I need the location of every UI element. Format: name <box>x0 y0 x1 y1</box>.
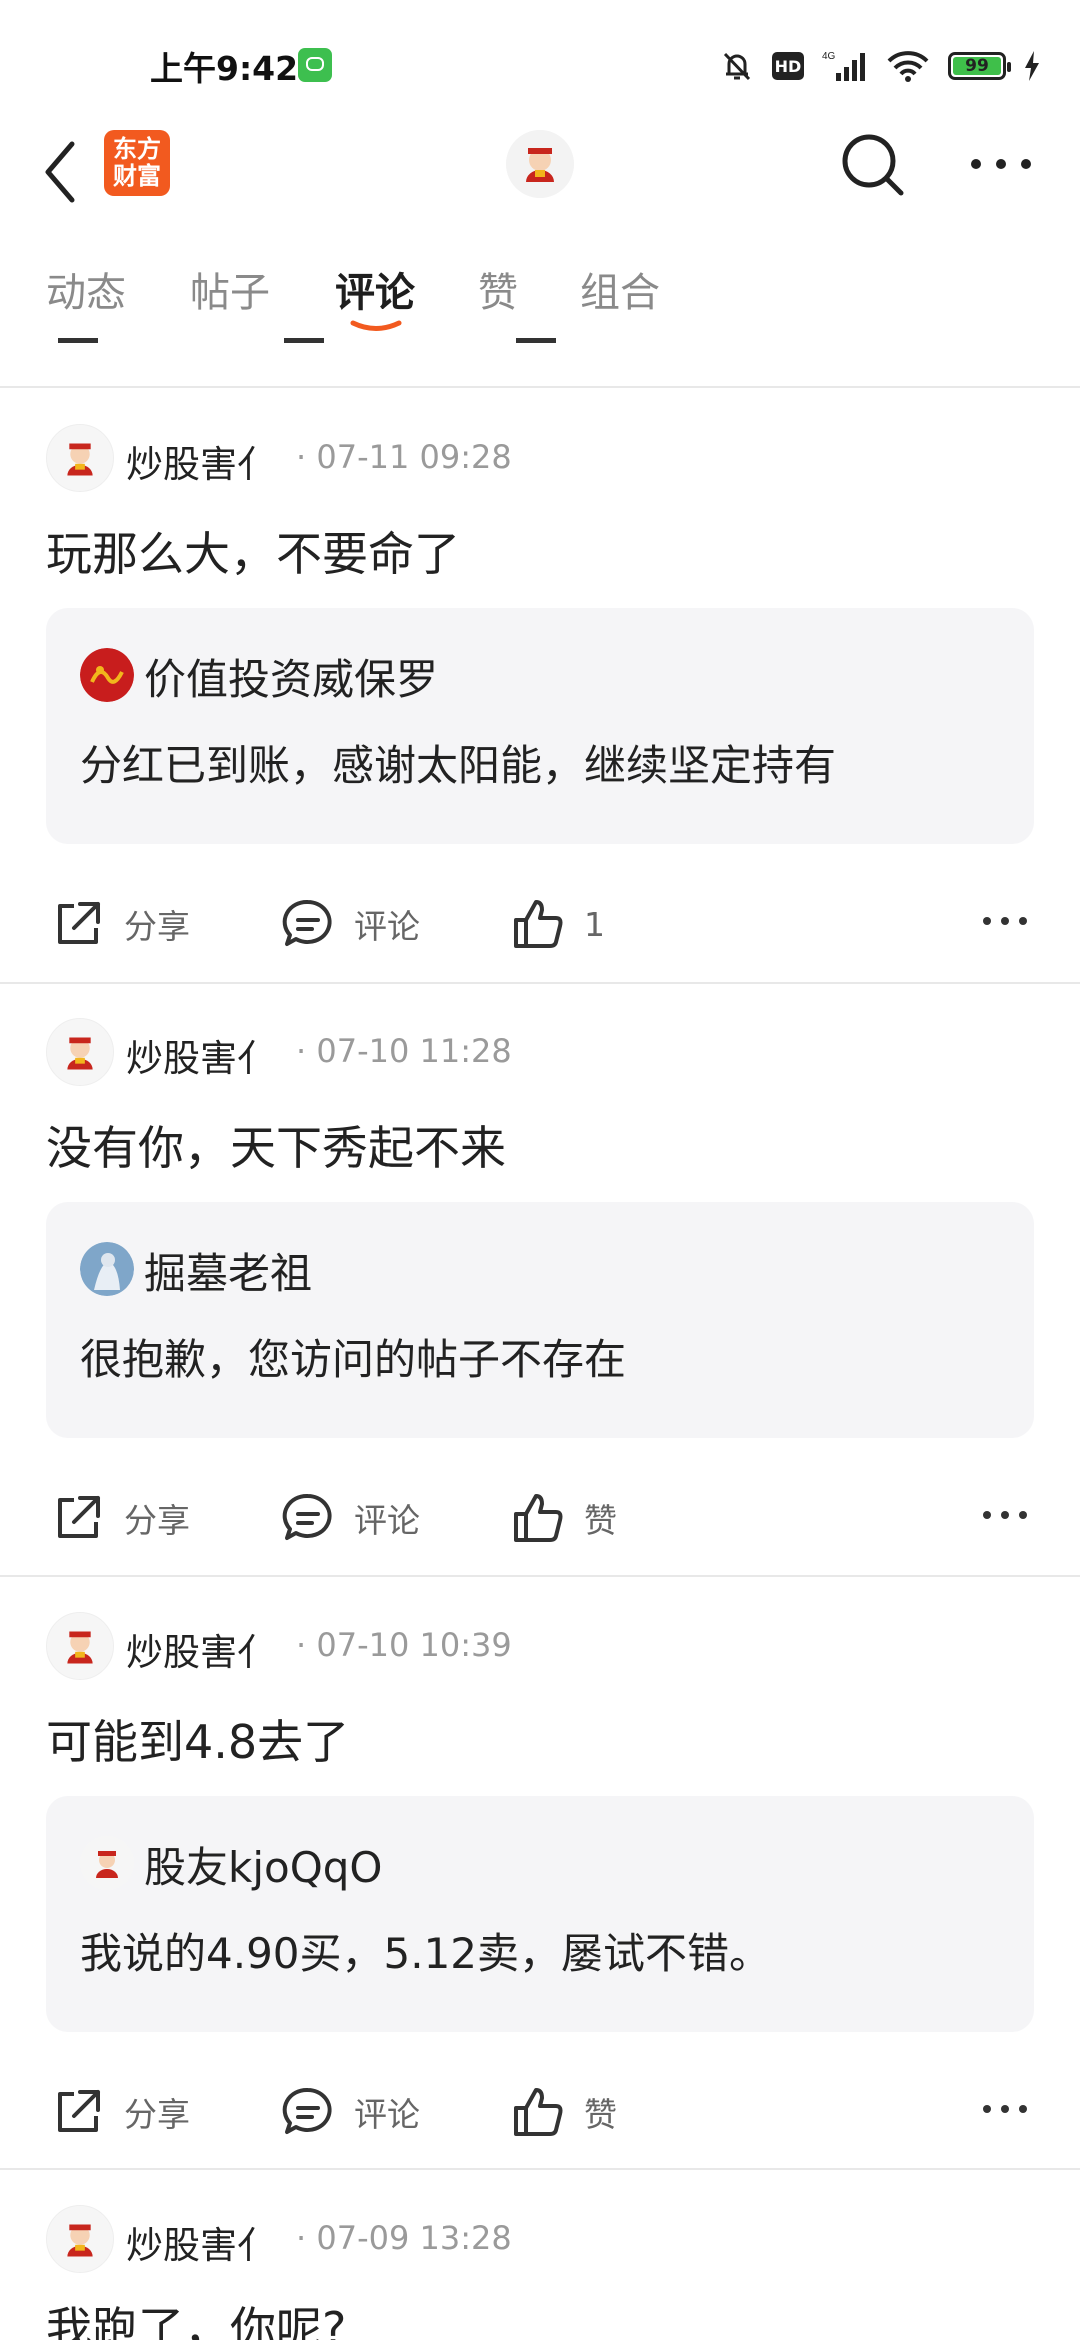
share-button[interactable]: 分享 <box>50 1488 190 1548</box>
share-label: 分享 <box>124 1501 190 1540</box>
quoted-post[interactable]: 股友kjoQqO 我说的4.90买，5.12卖，屡试不错。 <box>46 1796 1034 2032</box>
avatar[interactable] <box>46 424 114 492</box>
scrolled-content-edge <box>0 330 1080 358</box>
post-time: · 07-09 13:28 <box>296 2219 512 2257</box>
svg-text:4G: 4G <box>822 51 836 62</box>
divider <box>0 386 1080 388</box>
thumbs-up-icon <box>514 900 563 948</box>
like-label: 赞 <box>584 1501 617 1540</box>
tab-dynamics[interactable]: 动态 <box>46 260 126 318</box>
action-bar: 分享 评论 1 <box>0 884 1080 964</box>
quoted-author-avatar <box>80 1836 134 1890</box>
quoted-text: 很抱歉，您访问的帖子不存在 <box>80 1335 627 1384</box>
quoted-post[interactable]: 价值投资威保罗 分红已到账，感谢太阳能，继续坚定持有 <box>46 608 1034 844</box>
top-nav: 东方 财富 <box>0 120 1080 230</box>
comment-label: 评论 <box>354 907 420 946</box>
mute-bell-icon <box>723 52 751 81</box>
profile-tabs: 动态 帖子 评论 赞 组合 <box>0 240 1080 340</box>
quoted-text: 我说的4.90买，5.12卖，屡试不错。 <box>80 1929 772 1978</box>
action-bar: 分享 评论 赞 <box>0 2072 1080 2152</box>
tab-comments[interactable]: 评论 <box>335 260 415 318</box>
like-button[interactable]: 赞 <box>510 1488 617 1548</box>
tab-posts[interactable]: 帖子 <box>190 260 270 318</box>
tab-likes[interactable]: 赞 <box>478 260 518 318</box>
post-time: · 07-10 11:28 <box>296 1032 512 1070</box>
comment-button[interactable]: 评论 <box>280 2082 420 2142</box>
divider <box>0 982 1080 984</box>
avatar[interactable] <box>46 1612 114 1680</box>
hd-badge: HD <box>772 52 804 80</box>
share-icon <box>58 1496 100 1538</box>
more-icon[interactable] <box>982 914 1028 928</box>
thumbs-up-icon <box>514 1494 563 1542</box>
like-button[interactable]: 赞 <box>510 2082 617 2142</box>
comment-icon <box>282 2087 332 2134</box>
profile-avatar[interactable] <box>506 130 574 198</box>
author-name[interactable]: 炒股害亻 <box>126 2215 268 2269</box>
battery-icon: 99 <box>948 52 1011 80</box>
quoted-post[interactable]: 掘墓老祖 很抱歉，您访问的帖子不存在 <box>46 1202 1034 1438</box>
more-icon[interactable] <box>982 2102 1028 2116</box>
comment-text[interactable]: 没有你，天下秀起不来 <box>46 1112 506 1178</box>
status-bar: 上午9:42 HD 4G 99 <box>0 0 1080 120</box>
like-label: 赞 <box>584 2095 617 2134</box>
comment-text[interactable]: 玩那么大，不要命了 <box>46 518 460 584</box>
divider <box>0 2168 1080 2170</box>
author-name[interactable]: 炒股害亻 <box>126 1028 268 1082</box>
comment-label: 评论 <box>354 2095 420 2134</box>
divider <box>0 1575 1080 1577</box>
logo-line-2: 财富 <box>113 162 161 190</box>
more-icon[interactable] <box>982 1508 1028 1522</box>
avatar[interactable] <box>46 1018 114 1086</box>
status-time: 上午9:42 <box>150 49 299 88</box>
back-arrow-icon[interactable] <box>40 136 80 208</box>
author-name[interactable]: 炒股害亻 <box>126 1622 268 1676</box>
avatar[interactable] <box>46 2205 114 2273</box>
logo-line-1: 东方 <box>113 135 161 163</box>
comment-item: 炒股害亻 · 07-10 11:28 没有你，天下秀起不来 掘墓老祖 很抱歉，您… <box>0 1018 1080 1578</box>
battery-level: 99 <box>953 56 1001 76</box>
comment-button[interactable]: 评论 <box>280 1488 420 1548</box>
app-notification-icon <box>298 48 332 82</box>
like-count: 1 <box>584 904 605 944</box>
post-time: · 07-11 09:28 <box>296 438 512 476</box>
author-name[interactable]: 炒股害亻 <box>126 434 268 488</box>
quoted-text: 分红已到账，感谢太阳能，继续坚定持有 <box>80 741 837 790</box>
search-icon[interactable] <box>838 130 908 200</box>
quoted-author-avatar <box>80 648 134 702</box>
charging-icon <box>1025 51 1039 81</box>
comment-text[interactable]: 可能到4.8去了 <box>46 1706 349 1772</box>
wifi-icon <box>887 51 929 82</box>
post-time: · 07-10 10:39 <box>296 1626 512 1664</box>
signal-icon: 4G <box>822 51 865 81</box>
quoted-author-name[interactable]: 价值投资威保罗 <box>144 646 438 707</box>
share-button[interactable]: 分享 <box>50 2082 190 2142</box>
comment-icon <box>282 899 332 946</box>
comment-button[interactable]: 评论 <box>280 894 420 954</box>
quoted-author-name[interactable]: 掘墓老祖 <box>144 1240 312 1301</box>
comment-label: 评论 <box>354 1501 420 1540</box>
eastmoney-logo: 东方 财富 <box>104 130 170 196</box>
tab-portfolio[interactable]: 组合 <box>580 260 660 318</box>
quoted-author-name[interactable]: 股友kjoQqO <box>144 1834 382 1895</box>
action-bar: 分享 评论 赞 <box>0 1478 1080 1558</box>
quoted-author-avatar <box>80 1242 134 1296</box>
share-button[interactable]: 分享 <box>50 894 190 954</box>
share-icon <box>58 902 100 944</box>
comment-item: 炒股害亻 · 07-11 09:28 玩那么大，不要命了 价值投资威保罗 分红已… <box>0 424 1080 984</box>
share-label: 分享 <box>124 907 190 946</box>
share-label: 分享 <box>124 2095 190 2134</box>
comment-item: 炒股害亻 · 07-10 10:39 可能到4.8去了 股友kjoQqO 我说的… <box>0 1612 1080 2172</box>
share-icon <box>58 2090 100 2132</box>
comment-icon <box>282 1493 332 1540</box>
like-button[interactable]: 1 <box>510 894 605 954</box>
comment-item: 炒股害亻 · 07-09 13:28 我跑了，你呢? <box>0 2205 1080 2340</box>
more-options-icon[interactable] <box>966 146 1036 182</box>
comment-text[interactable]: 我跑了，你呢? <box>46 2293 346 2340</box>
thumbs-up-icon <box>514 2088 563 2136</box>
